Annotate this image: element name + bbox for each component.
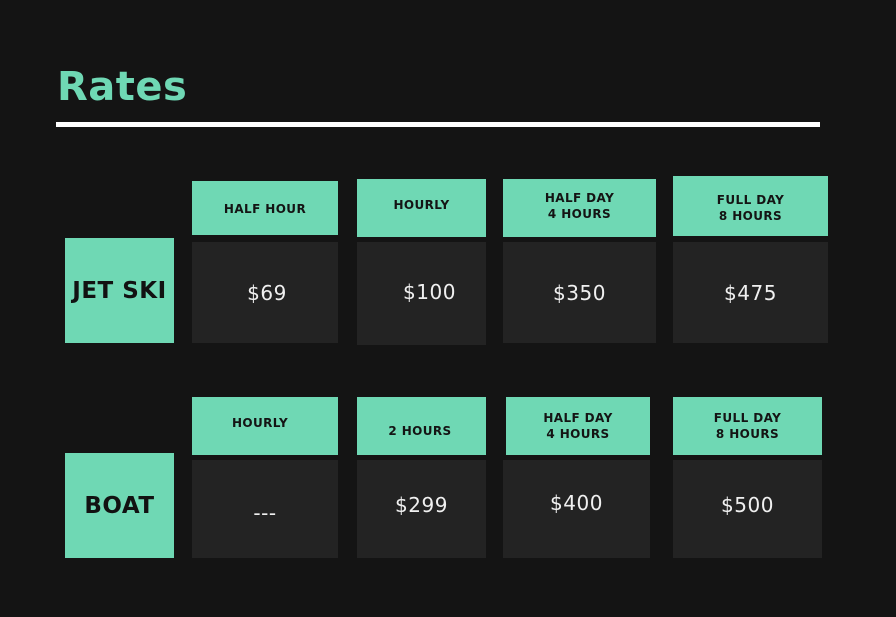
boat-price-full-day: $500 xyxy=(673,460,822,558)
header-line: 8 HOURS xyxy=(715,427,780,441)
header-line: HALF HOUR xyxy=(223,202,307,216)
boat-price-2-hours: $299 xyxy=(357,460,486,558)
header-line: 2 HOURS xyxy=(388,424,452,438)
jet-ski-header-hourly: HOURLY xyxy=(357,179,486,237)
header-line: HALF DAY xyxy=(544,191,615,205)
boat-header-hourly: HOURLY xyxy=(192,397,338,455)
header-line: FULL DAY xyxy=(713,411,782,425)
boat-price-half-day: $400 xyxy=(503,460,650,558)
jet-ski-header-full-day: FULL DAY 8 HOURS xyxy=(673,176,828,236)
jet-ski-header-half-hour: HALF HOUR xyxy=(192,181,338,235)
boat-header-full-day: FULL DAY 8 HOURS xyxy=(673,397,822,455)
header-line: 4 HOURS xyxy=(546,427,610,441)
page-title: Rates xyxy=(57,64,188,110)
header-line: HOURLY xyxy=(393,198,450,212)
boat-price-hourly: --- xyxy=(192,460,338,558)
jet-ski-price-hourly: $100 xyxy=(357,242,486,345)
row-label-boat: BOAT xyxy=(65,453,174,558)
header-line: 8 HOURS xyxy=(718,209,783,223)
header-line: HALF DAY xyxy=(543,411,613,425)
header-line: FULL DAY xyxy=(716,193,785,207)
boat-header-half-day: HALF DAY 4 HOURS xyxy=(506,397,650,455)
jet-ski-price-half-hour: $69 xyxy=(192,242,338,343)
title-divider xyxy=(56,122,820,127)
row-label-jet-ski: JET SKI xyxy=(65,238,174,343)
boat-header-2-hours: 2 HOURS xyxy=(357,397,486,455)
header-line: HOURLY xyxy=(231,416,289,430)
jet-ski-header-half-day: HALF DAY 4 HOURS xyxy=(503,179,656,237)
header-line: 4 HOURS xyxy=(547,207,612,221)
jet-ski-price-full-day: $475 xyxy=(673,242,828,343)
jet-ski-price-half-day: $350 xyxy=(503,242,656,343)
